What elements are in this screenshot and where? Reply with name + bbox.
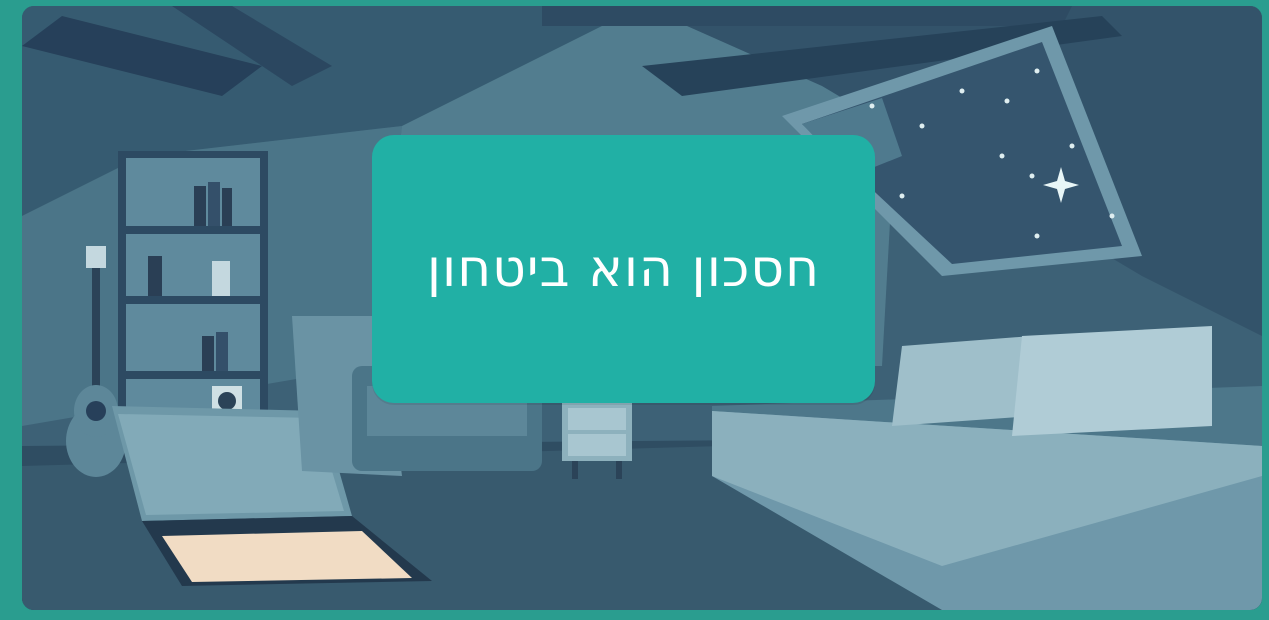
astronaut-figurine [212,261,230,296]
title-card: חסכון הוא ביטחון [372,135,875,403]
pillow-left [892,336,1032,426]
bookshelf [118,151,268,431]
card-title: חסכון הוא ביטחון [426,239,821,299]
slide-frame: חסכון הוא ביטחון [0,0,1269,620]
pillow-right [1012,326,1212,436]
